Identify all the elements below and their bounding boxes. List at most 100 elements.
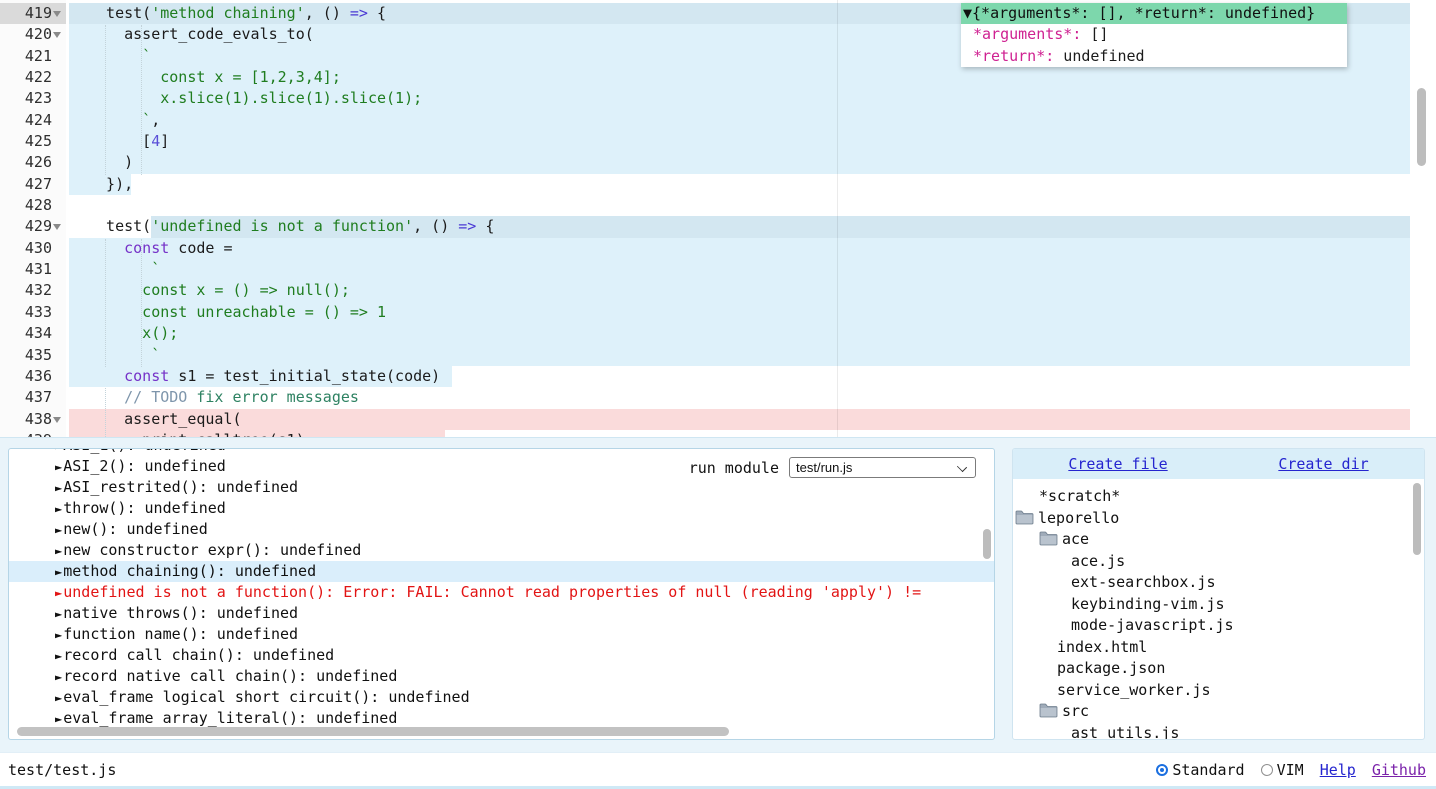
gutter-cell[interactable]: 422 [0,67,66,88]
test-result-item[interactable]: ►native throws(): undefined [9,603,994,624]
fold-arrow-icon[interactable] [53,224,61,230]
keybinding-vim-option[interactable]: VIM [1261,761,1304,779]
code-line[interactable]: 425 [4] [0,131,1436,152]
code-line[interactable]: 436 const s1 = test_initial_state(code) [0,366,1436,387]
test-result-item[interactable]: ►new(): undefined [9,519,994,540]
code-line[interactable]: 429 test('undefined is not a function', … [0,216,1436,237]
radio-selected-icon[interactable] [1156,764,1168,776]
test-output-panel[interactable]: ►ASI_1(): undefined►ASI_2(): undefined►A… [8,448,995,740]
expand-triangle-icon[interactable]: ► [55,541,62,562]
code-line[interactable]: 433 const unreachable = () => 1 [0,302,1436,323]
gutter-cell[interactable]: 426 [0,152,66,173]
code-line[interactable]: 434 x(); [0,323,1436,344]
code-line[interactable]: 426 ) [0,152,1436,173]
expand-triangle-icon[interactable]: ► [55,625,62,646]
tree-file-item[interactable]: package.json [1013,658,1424,680]
gutter-cell[interactable]: 438 [0,409,66,430]
test-result-item[interactable]: ►record native call chain(): undefined [9,666,994,687]
gutter-cell[interactable]: 439 [0,430,66,438]
gutter-cell[interactable]: 431 [0,259,66,280]
expand-triangle-icon[interactable]: ► [55,688,62,709]
gutter-cell[interactable]: 423 [0,88,66,109]
expand-triangle-icon[interactable]: ► [55,448,62,456]
fold-arrow-icon[interactable] [53,32,61,38]
tree-file-item[interactable]: keybinding-vim.js [1013,594,1424,616]
code-line[interactable]: 437 // TODO fix error messages [0,387,1436,408]
tree-folder-item[interactable]: src [1013,701,1424,723]
create-dir-link[interactable]: Create dir [1278,455,1368,473]
gutter-cell[interactable]: 436 [0,366,66,387]
expand-triangle-icon[interactable]: ► [55,499,62,520]
gutter-cell[interactable]: 425 [0,131,66,152]
test-result-item[interactable]: ►eval_frame logical short circuit(): und… [9,687,994,708]
output-vertical-scrollbar-thumb[interactable] [983,529,991,559]
code-line[interactable]: 435 ` [0,345,1436,366]
tree-file-item[interactable]: ace.js [1013,551,1424,573]
test-result-item[interactable]: ►new constructor expr(): undefined [9,540,994,561]
gutter-cell[interactable]: 434 [0,323,66,344]
tree-folder-item[interactable]: ace [1013,529,1424,551]
expand-triangle-icon[interactable]: ► [55,520,62,541]
code-line[interactable]: 439 print_calltree(s1) [0,430,1436,438]
tree-folder-item[interactable]: leporello [1013,508,1424,530]
test-result-item[interactable]: ►function name(): undefined [9,624,994,645]
gutter-cell[interactable]: 420 [0,24,66,45]
tree-file-item[interactable]: service_worker.js [1013,680,1424,702]
create-file-link[interactable]: Create file [1068,455,1167,473]
expand-triangle-icon[interactable]: ► [55,646,62,667]
expand-triangle-icon[interactable]: ► [55,709,62,730]
gutter-cell[interactable]: 430 [0,238,66,259]
code-line[interactable]: 423 x.slice(1).slice(1).slice(1); [0,88,1436,109]
test-result-item[interactable]: ►ASI_restrited(): undefined [9,477,994,498]
code-line[interactable]: 431 ` [0,259,1436,280]
gutter-cell[interactable]: 421 [0,46,66,67]
output-horizontal-scrollbar-thumb[interactable] [17,727,729,736]
gutter-cell[interactable]: 424 [0,110,66,131]
expand-triangle-icon[interactable]: ► [55,562,62,583]
code-line[interactable]: 422 const x = [1,2,3,4]; [0,67,1436,88]
editor-scrollbar-thumb[interactable] [1417,88,1426,166]
expand-triangle-icon[interactable]: ► [55,478,62,499]
gutter-cell[interactable]: 419 [0,3,66,24]
tree-vertical-scrollbar-thumb[interactable] [1413,483,1421,555]
gutter-cell[interactable]: 427 [0,174,66,195]
github-link[interactable]: Github [1372,761,1426,779]
code-line[interactable]: 430 const code = [0,238,1436,259]
expand-triangle-icon[interactable]: ► [55,583,62,604]
gutter-cell[interactable]: 435 [0,345,66,366]
code-line[interactable]: 424 `, [0,110,1436,131]
code-line[interactable]: 432 const x = () => null(); [0,280,1436,301]
test-result-item[interactable]: ►throw(): undefined [9,498,994,519]
tree-file-item[interactable]: *scratch* [1013,486,1424,508]
code-line[interactable]: 438 assert_equal( [0,409,1436,430]
gutter-cell[interactable]: 437 [0,387,66,408]
test-result-item[interactable]: ►eval_frame array_literal(): undefined [9,708,994,729]
gutter-cell[interactable]: 428 [0,195,66,216]
code-line[interactable]: 427 }), [0,174,1436,195]
help-link[interactable]: Help [1320,761,1356,779]
gutter-cell[interactable]: 432 [0,280,66,301]
test-result-item[interactable]: ►method chaining(): undefined [9,561,994,582]
expand-triangle-icon[interactable]: ► [55,667,62,688]
radio-unselected-icon[interactable] [1261,764,1273,776]
code-text: `, [69,110,160,131]
gutter-cell[interactable]: 433 [0,302,66,323]
file-tree-panel[interactable]: Create file Create dir *scratch*leporell… [1012,448,1425,740]
tree-file-item[interactable]: mode-javascript.js [1013,615,1424,637]
test-result-item[interactable]: ►record call chain(): undefined [9,645,994,666]
gutter-cell[interactable]: 429 [0,216,66,237]
fold-arrow-icon[interactable] [53,11,61,17]
run-module-select[interactable]: test/run.js [789,457,976,478]
fold-arrow-icon[interactable] [53,417,61,423]
tree-file-item[interactable]: index.html [1013,637,1424,659]
tooltip-header[interactable]: ▼{*arguments*: [], *return*: undefined} [961,3,1347,24]
line-number: 422 [25,67,52,88]
expand-triangle-icon[interactable]: ► [55,604,62,625]
test-result-item[interactable]: ►ASI_1(): undefined [9,448,994,456]
expand-triangle-icon[interactable]: ► [55,457,62,478]
tree-file-item[interactable]: ext-searchbox.js [1013,572,1424,594]
tree-file-item[interactable]: ast_utils.js [1013,723,1424,741]
test-result-item[interactable]: ►undefined is not a function(): Error: F… [9,582,994,603]
keybinding-standard-option[interactable]: Standard [1156,761,1244,779]
code-line[interactable]: 428 [0,195,1436,216]
